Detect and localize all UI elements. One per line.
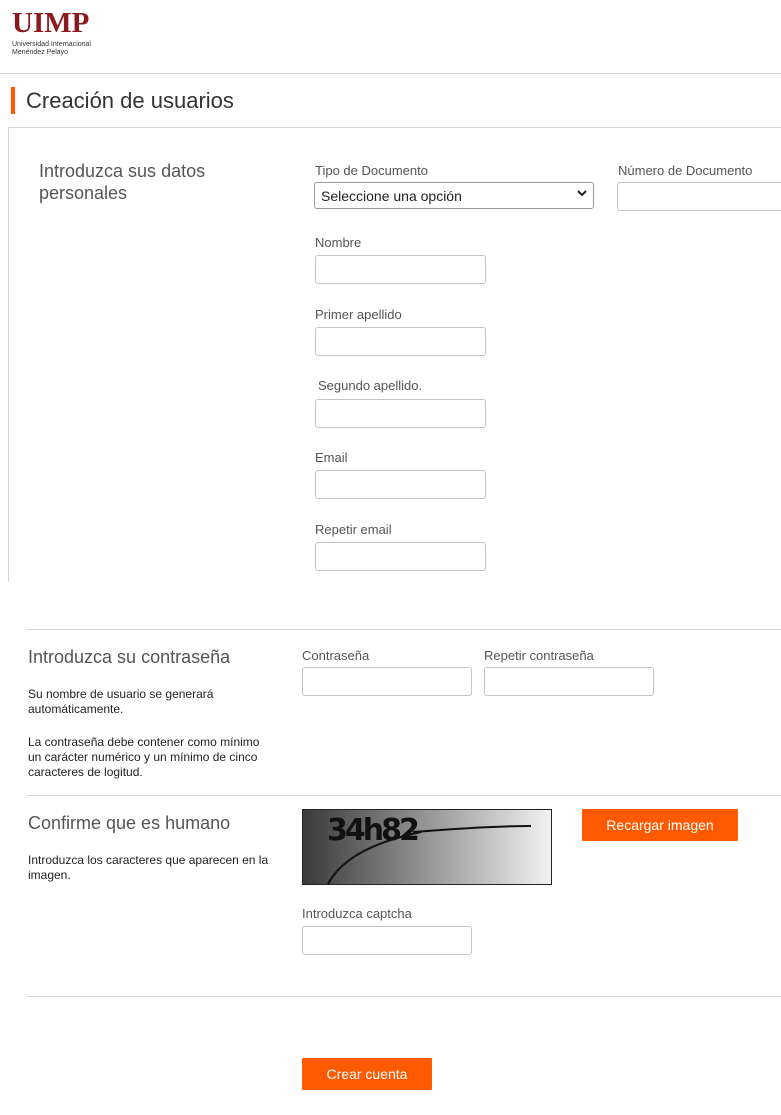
password-input[interactable] — [302, 667, 472, 696]
captcha-note: Introduzca los caracteres que aparecen e… — [28, 853, 269, 882]
first-surname-input[interactable] — [315, 327, 486, 356]
captcha-heading: Confirme que es humano — [28, 813, 231, 833]
captcha-input-label: Introduzca captcha — [302, 906, 412, 921]
second-surname-input[interactable] — [315, 399, 486, 428]
page-title: Creación de usuarios — [26, 88, 234, 113]
password-rules-note: La contraseña debe contener como mínimo … — [28, 735, 260, 779]
doc-number-input[interactable] — [617, 182, 781, 211]
logo-subtitle-line1: Universidad Internacional — [12, 41, 91, 48]
uimp-logo[interactable]: UIMP — [12, 8, 89, 38]
panel-left-border — [8, 127, 9, 582]
first-surname-label: Primer apellido — [315, 307, 402, 322]
create-account-button[interactable]: Crear cuenta — [302, 1058, 432, 1090]
name-label: Nombre — [315, 235, 362, 250]
repeat-password-input[interactable] — [484, 667, 654, 696]
personal-data-heading: Introduzca sus datos personales — [39, 161, 206, 203]
doc-type-selected-value: Seleccione una opción — [321, 188, 462, 204]
reload-image-button[interactable]: Recargar imagen — [582, 809, 738, 841]
header-divider — [0, 73, 781, 74]
email-label: Email — [315, 450, 348, 465]
repeat-email-input[interactable] — [315, 542, 486, 571]
doc-number-label: Número de Documento — [618, 163, 753, 178]
captcha-input[interactable] — [302, 926, 472, 955]
doc-type-label: Tipo de Documento — [315, 163, 428, 178]
captcha-noise-lines — [327, 825, 532, 884]
email-input[interactable] — [315, 470, 486, 499]
repeat-password-label: Repetir contraseña — [484, 648, 594, 663]
logo-subtitle-line2: Menéndez Pelayo — [12, 49, 69, 56]
captcha-section-divider — [27, 795, 781, 796]
repeat-email-label: Repetir email — [315, 522, 392, 537]
chevron-down-icon — [577, 186, 587, 204]
doc-type-select[interactable]: Seleccione una opción — [314, 182, 594, 209]
name-input[interactable] — [315, 255, 486, 284]
panel-top-border — [8, 127, 781, 128]
password-section-divider — [27, 629, 781, 630]
second-surname-label: Segundo apellido. — [318, 378, 423, 393]
logo-subtitle: Universidad Internacional Menéndez Pelay… — [12, 41, 132, 57]
username-note: Su nombre de usuario se generará automát… — [28, 687, 214, 716]
captcha-image: 34h82 — [302, 809, 552, 885]
title-accent-bar — [11, 87, 15, 114]
password-label: Contraseña — [302, 648, 370, 663]
password-heading: Introduzca su contraseña — [28, 647, 231, 667]
bottom-divider — [27, 996, 781, 997]
